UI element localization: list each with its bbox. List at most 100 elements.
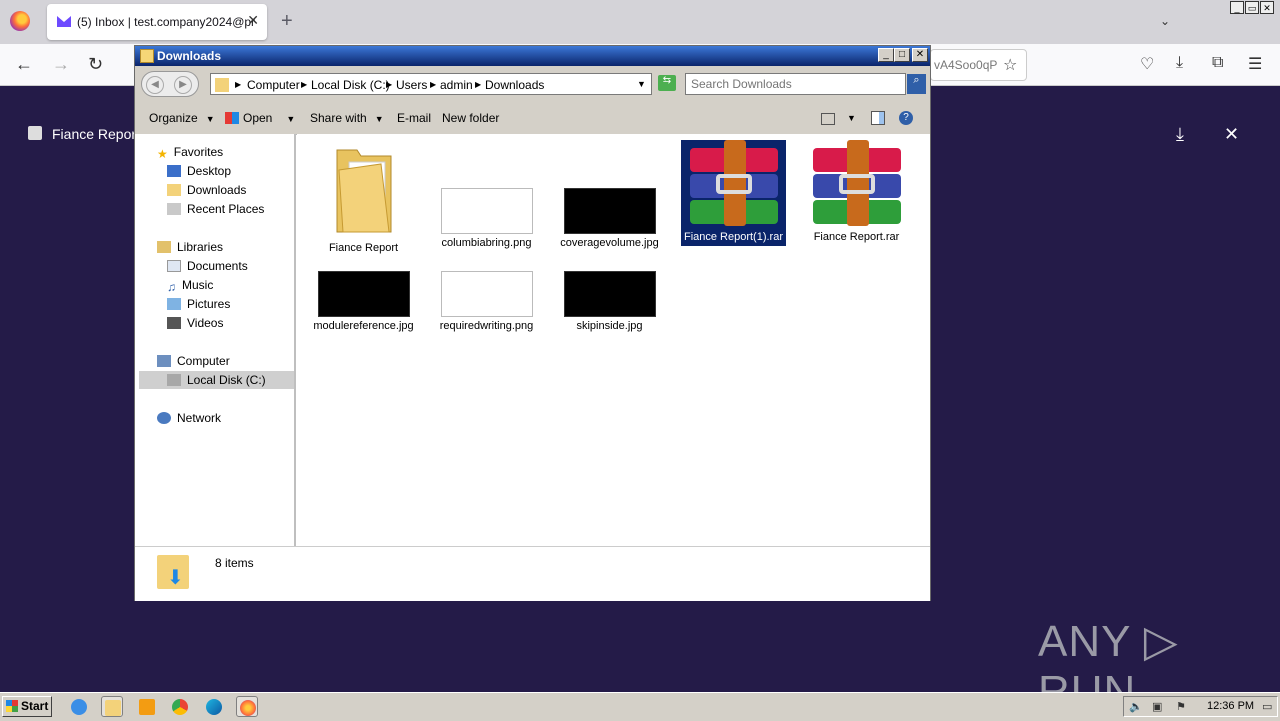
explorer-forward-icon[interactable]: ▶ [174, 76, 192, 94]
breadcrumb-arrow-icon[interactable]: ▶ [235, 80, 241, 89]
file-item-folder[interactable]: Fiance Report [311, 140, 416, 255]
breadcrumb-downloads[interactable]: Downloads [485, 78, 544, 92]
explorer-taskbar-icon[interactable] [101, 696, 123, 717]
nav-favorites-label: Favorites [173, 145, 224, 159]
nav-documents[interactable]: Documents [167, 259, 248, 273]
file-item-rar[interactable]: Fiance Report.rar [804, 140, 909, 244]
download-attachment-icon[interactable]: ⤓ [1176, 124, 1184, 145]
nav-local-disk[interactable]: Local Disk (C:) [167, 373, 266, 387]
breadcrumb-local-disk[interactable]: Local Disk (C:) [311, 78, 390, 92]
file-name: Fiance Report(1).rar [683, 231, 784, 243]
volume-icon[interactable]: 🔈 [1129, 700, 1143, 713]
action-center-flag-icon[interactable]: ⚑ [1176, 700, 1190, 713]
explorer-maximize-button[interactable]: □ [894, 48, 910, 62]
documents-icon [167, 260, 181, 272]
nav-music-label: Music [182, 278, 214, 292]
nav-libraries[interactable]: Libraries [157, 240, 223, 254]
file-name: skipinside.jpg [576, 320, 643, 332]
reload-icon[interactable]: ↻ [88, 54, 103, 75]
nav-desktop[interactable]: Desktop [167, 164, 231, 178]
file-item-image[interactable]: modulereference.jpg [311, 271, 416, 333]
nav-favorites[interactable]: ★ Favorites [157, 145, 224, 161]
downloads-icon[interactable]: ⤓ [1176, 54, 1183, 72]
internet-explorer-taskbar-icon[interactable] [68, 696, 90, 717]
edge-taskbar-icon[interactable] [203, 696, 225, 717]
file-name: Fiance Report [328, 242, 399, 254]
file-item-image[interactable]: coveragevolume.jpg [557, 140, 662, 250]
breadcrumb-computer[interactable]: Computer [247, 78, 300, 92]
close-window-button[interactable]: ✕ [1260, 1, 1274, 14]
url-bar[interactable]: vA4Soo0qP ☆ [930, 49, 1027, 81]
nav-videos[interactable]: Videos [167, 316, 223, 330]
explorer-back-icon[interactable]: ◀ [146, 76, 164, 94]
breadcrumb-arrow-icon[interactable]: ▶ [475, 80, 481, 89]
share-with-button[interactable]: Share with ▼ [310, 111, 384, 125]
network-tray-icon[interactable]: ▣ [1152, 700, 1166, 713]
nav-pictures[interactable]: Pictures [167, 297, 230, 311]
close-preview-icon[interactable]: ✕ [1224, 124, 1239, 145]
file-item-image[interactable]: requiredwriting.png [434, 271, 539, 333]
pocket-icon[interactable]: ♡ [1140, 54, 1154, 74]
preview-pane-icon[interactable] [871, 111, 885, 125]
network-icon [157, 412, 171, 424]
nav-computer-label: Computer [177, 354, 230, 368]
change-view-icon[interactable] [821, 113, 835, 125]
help-icon[interactable]: ? [899, 111, 913, 125]
email-button[interactable]: E-mail [397, 111, 431, 125]
breadcrumb-arrow-icon[interactable]: ▶ [430, 80, 436, 89]
minimize-button[interactable]: _ [1230, 1, 1244, 14]
browser-tab-inbox[interactable]: (5) Inbox | test.company2024@pr ✕ [47, 4, 267, 40]
organize-button[interactable]: Organize ▼ [149, 111, 215, 125]
breadcrumb-arrow-icon[interactable]: ▶ [386, 80, 392, 89]
explorer-close-button[interactable]: ✕ [912, 48, 928, 62]
view-dropdown-icon[interactable]: ▼ [847, 113, 856, 123]
breadcrumb-arrow-icon[interactable]: ▶ [301, 80, 307, 89]
nav-computer[interactable]: Computer [157, 354, 230, 368]
explorer-minimize-button[interactable]: _ [878, 48, 894, 62]
nav-recent-places[interactable]: Recent Places [167, 202, 264, 216]
chrome-taskbar-icon[interactable] [169, 696, 191, 717]
breadcrumb-users[interactable]: Users [396, 78, 427, 92]
start-label: Start [21, 699, 49, 713]
windows-flag-icon [6, 700, 18, 712]
search-input[interactable] [686, 74, 896, 94]
file-item-rar-selected[interactable]: Fiance Report(1).rar [681, 140, 786, 246]
new-tab-button[interactable]: + [281, 10, 293, 33]
media-player-taskbar-icon[interactable] [136, 696, 158, 717]
show-desktop-icon[interactable]: ▭ [1262, 700, 1276, 713]
extensions-icon[interactable]: ⧉ [1212, 54, 1223, 72]
bookmark-star-icon[interactable]: ☆ [1003, 55, 1017, 75]
restore-button[interactable]: ▭ [1245, 1, 1259, 14]
attachment-title: Fiance Report [52, 126, 140, 142]
back-forward-buttons[interactable]: ◀ ▶ [141, 71, 199, 97]
search-icon[interactable]: ⌕ [907, 74, 926, 94]
back-icon[interactable]: ← [15, 54, 33, 75]
address-dropdown-icon[interactable]: ▼ [637, 79, 646, 89]
file-name: coveragevolume.jpg [560, 237, 659, 249]
folder-icon [336, 149, 391, 233]
start-button[interactable]: Start [2, 696, 52, 717]
list-all-tabs-icon[interactable]: ⌄ [1160, 14, 1170, 28]
address-box[interactable]: ▶ Computer ▶ Local Disk (C:) ▶ Users ▶ a… [210, 73, 652, 95]
menu-icon[interactable]: ☰ [1248, 54, 1262, 74]
search-box[interactable] [685, 73, 906, 95]
attachment-info-icon [28, 126, 42, 140]
refresh-icon[interactable]: ⇆ [658, 75, 676, 91]
breadcrumb-admin[interactable]: admin [440, 78, 473, 92]
taskbar: Start 🔈 ▣ ⚑ 12:36 PM ▭ [0, 692, 1280, 721]
nav-music[interactable]: ♫ Music [167, 278, 214, 294]
location-folder-icon [215, 78, 229, 92]
file-item-image[interactable]: columbiabring.png [434, 140, 539, 250]
nav-network[interactable]: Network [157, 411, 221, 425]
nav-downloads[interactable]: Downloads [167, 183, 246, 197]
forward-icon[interactable]: → [52, 54, 70, 75]
firefox-taskbar-icon[interactable] [236, 696, 258, 717]
new-folder-button[interactable]: New folder [442, 111, 499, 125]
image-thumbnail [563, 271, 656, 317]
nav-documents-label: Documents [187, 259, 248, 273]
tab-close-icon[interactable]: ✕ [247, 12, 259, 29]
pictures-icon [167, 298, 181, 310]
file-item-image[interactable]: skipinside.jpg [557, 271, 662, 333]
open-button[interactable]: Open ▼ [225, 111, 295, 125]
file-list: Fiance Report columbiabring.png coverage… [297, 134, 930, 546]
